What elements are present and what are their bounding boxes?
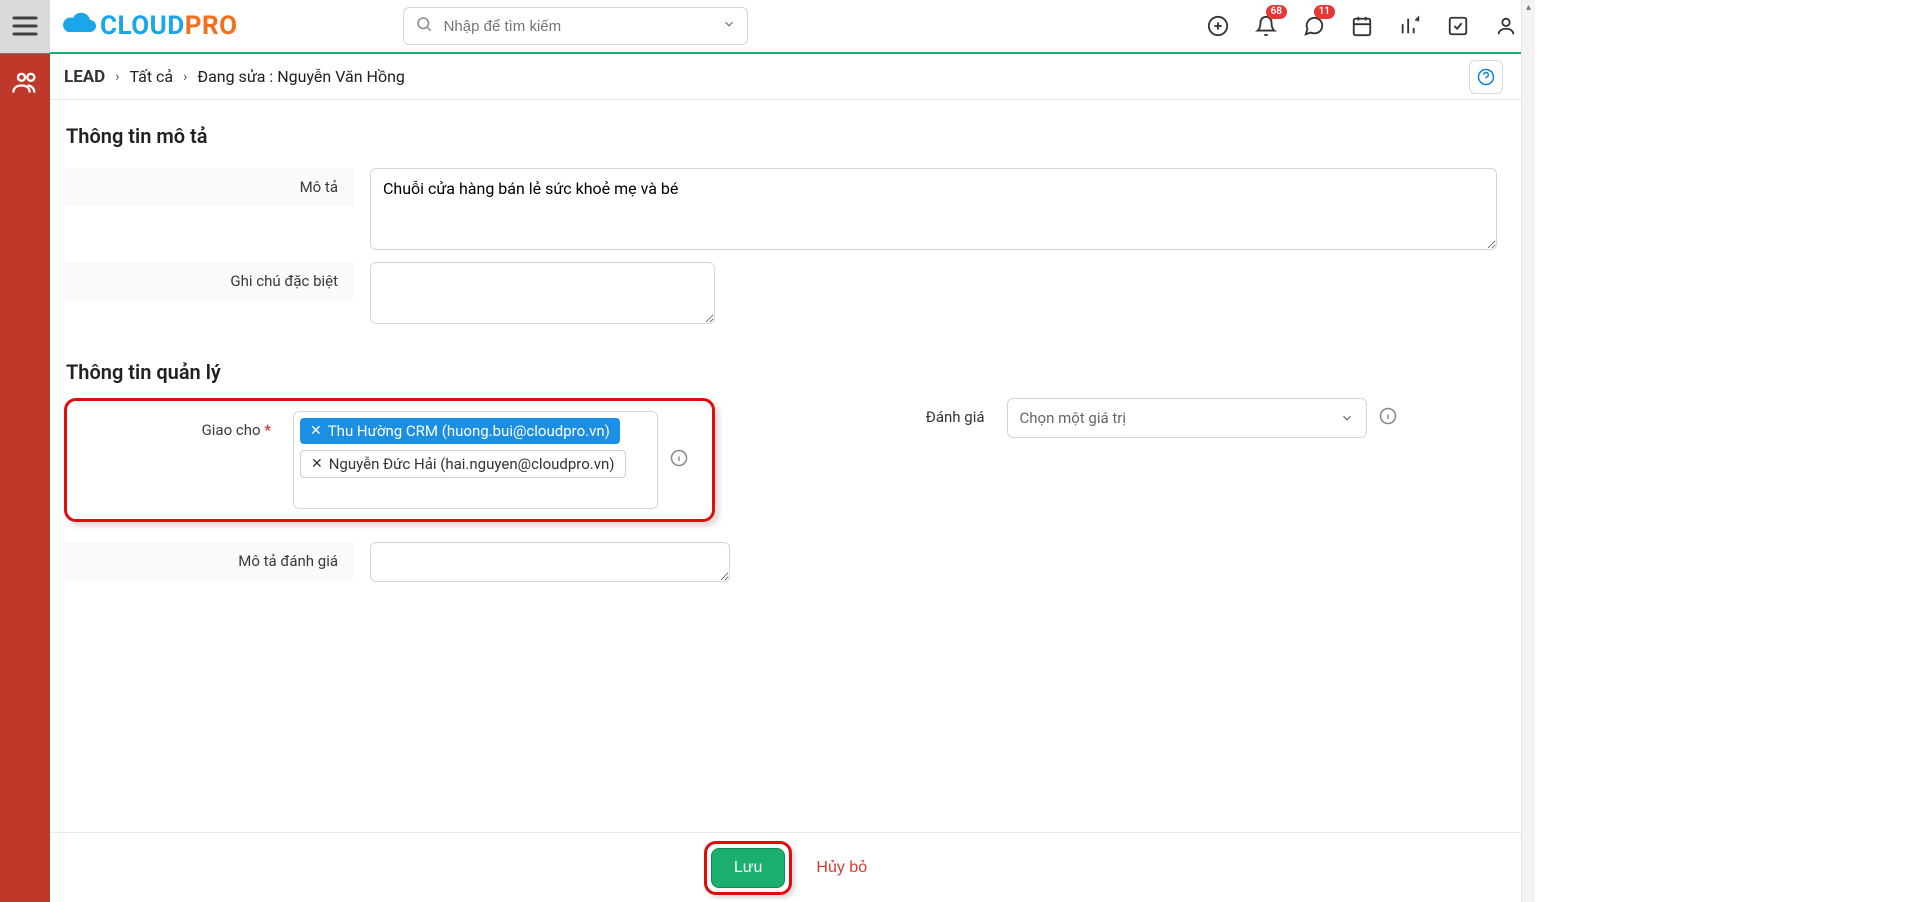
assignee-label: Nguyễn Đức Hải (hai.nguyen@cloudpro.vn) [329, 455, 615, 473]
scroll-up-icon[interactable]: ▴ [1522, 0, 1535, 14]
topbar-actions: 68 11 [1207, 15, 1525, 37]
label-special-note: Ghi chú đặc biệt [64, 262, 354, 300]
calendar-icon [1351, 15, 1373, 37]
rating-select[interactable]: Chọn một giá trị [1007, 398, 1367, 438]
section-mgmt-title: Thông tin quản lý [66, 360, 1507, 384]
cancel-button[interactable]: Hủy bỏ [816, 859, 867, 877]
notifications-button[interactable]: 68 [1255, 15, 1277, 37]
assign-to-input[interactable]: ✕ Thu Hường CRM (huong.bui@cloudpro.vn) … [293, 411, 658, 509]
question-icon [1477, 68, 1495, 86]
save-bar: Lưu Hủy bỏ [50, 832, 1521, 902]
info-icon[interactable] [1379, 407, 1397, 429]
breadcrumb-root[interactable]: LEAD [64, 67, 105, 87]
save-annotation: Lưu [704, 841, 793, 895]
assign-annotation: Giao cho ✕ Thu Hường CRM (huong.bui@clou… [64, 398, 715, 522]
window-scrollbar[interactable]: ▴ [1521, 0, 1535, 902]
search-input[interactable] [403, 7, 748, 45]
notifications-badge: 68 [1266, 5, 1287, 19]
section-desc: Mô tả Ghi chú đặc biệt [64, 162, 1507, 330]
assignee-tag[interactable]: ✕ Nguyễn Đức Hải (hai.nguyen@cloudpro.vn… [300, 450, 626, 478]
label-rating: Đánh giá [801, 398, 1001, 438]
logo[interactable]: CLOUDPRO [60, 11, 238, 41]
rail-leads[interactable] [11, 68, 39, 100]
cloud-icon [60, 12, 98, 40]
people-icon [11, 68, 39, 96]
help-button[interactable] [1469, 60, 1503, 94]
label-description: Mô tả [64, 168, 354, 206]
remove-tag-icon[interactable]: ✕ [311, 456, 323, 472]
breadcrumb-level2: Đang sửa : Nguyễn Văn Hồng [197, 67, 405, 86]
messages-button[interactable]: 11 [1303, 15, 1325, 37]
section-desc-title: Thông tin mô tả [66, 124, 1507, 148]
chart-icon [1399, 15, 1421, 37]
menu-toggle[interactable] [0, 0, 50, 53]
page-body: LEAD › Tất cả › Đang sửa : Nguyễn Văn Hồ… [50, 54, 1521, 902]
section-mgmt: Giao cho ✕ Thu Hường CRM (huong.bui@clou… [64, 398, 1507, 588]
check-square-icon [1447, 15, 1469, 37]
assignee-tag[interactable]: ✕ Thu Hường CRM (huong.bui@cloudpro.vn) [300, 418, 620, 444]
description-textarea[interactable] [370, 168, 1497, 250]
rating-placeholder: Chọn một giá trị [1020, 409, 1127, 427]
reports-button[interactable] [1399, 15, 1421, 37]
search-icon [415, 15, 433, 37]
messages-badge: 11 [1314, 5, 1335, 19]
hamburger-icon [12, 16, 38, 36]
global-search [403, 7, 748, 45]
tasks-button[interactable] [1447, 15, 1469, 37]
left-rail [0, 54, 50, 902]
assignee-label: Thu Hường CRM (huong.bui@cloudpro.vn) [328, 422, 610, 440]
info-icon[interactable] [670, 449, 688, 471]
remove-tag-icon[interactable]: ✕ [310, 423, 322, 439]
form-scroll[interactable]: Thông tin mô tả Mô tả Ghi chú đặc biệt T… [50, 100, 1521, 832]
save-button[interactable]: Lưu [711, 848, 786, 888]
label-assign-to: Giao cho [67, 411, 287, 449]
calendar-button[interactable] [1351, 15, 1373, 37]
special-note-textarea[interactable] [370, 262, 715, 324]
logo-text: CLOUDPRO [100, 11, 238, 41]
profile-button[interactable] [1495, 15, 1517, 37]
user-icon [1495, 15, 1517, 37]
rating-desc-textarea[interactable] [370, 542, 730, 582]
chevron-right-icon: › [183, 69, 187, 85]
chevron-right-icon: › [115, 69, 119, 85]
chevron-down-icon[interactable] [722, 17, 736, 35]
breadcrumb-level1[interactable]: Tất cả [129, 67, 173, 86]
breadcrumb: LEAD › Tất cả › Đang sửa : Nguyễn Văn Hồ… [50, 54, 1521, 100]
add-button[interactable] [1207, 15, 1229, 37]
label-rating-desc: Mô tả đánh giá [64, 542, 354, 580]
topbar: CLOUDPRO 68 11 [0, 0, 1535, 54]
chevron-down-icon [1340, 411, 1354, 425]
